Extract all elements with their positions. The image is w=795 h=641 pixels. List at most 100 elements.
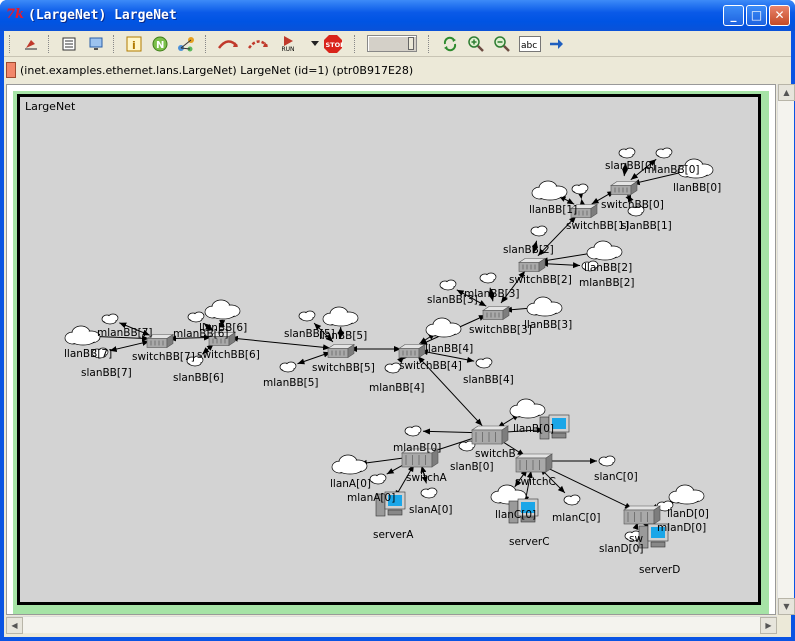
lan-cloud-icon[interactable] xyxy=(571,183,589,195)
lan-cloud-icon[interactable] xyxy=(618,147,636,159)
node-label: llanBB[6] xyxy=(199,322,247,334)
node-label: switchBB[2] xyxy=(509,274,572,286)
lan-cloud-icon[interactable] xyxy=(331,454,368,475)
lan-cloud-icon[interactable] xyxy=(420,487,438,499)
lan-cloud-icon[interactable] xyxy=(586,240,623,261)
step-icon[interactable] xyxy=(216,34,240,54)
switch-icon[interactable] xyxy=(623,505,661,525)
abc-label: abc xyxy=(521,41,537,51)
lan-cloud-icon[interactable] xyxy=(187,311,205,323)
node-label: serverD xyxy=(639,564,680,576)
node-label: llanBB[1] xyxy=(529,204,577,216)
vertical-scrollbar[interactable]: ▲ ▼ xyxy=(777,84,795,615)
node-label: mlanBB[3] xyxy=(464,288,520,300)
lan-cloud-icon[interactable] xyxy=(598,455,616,467)
switch-icon[interactable] xyxy=(610,180,638,196)
arrow-icon[interactable] xyxy=(546,34,566,54)
speed-slider[interactable] xyxy=(367,35,417,52)
zoom-in-icon[interactable] xyxy=(466,34,486,54)
lan-cloud-icon[interactable] xyxy=(404,425,422,437)
toolbar-grip xyxy=(9,35,12,53)
switch-icon[interactable] xyxy=(482,305,510,321)
lan-cloud-icon[interactable] xyxy=(479,272,497,284)
minimize-button[interactable]: _ xyxy=(723,5,744,26)
node-label: slanBB[2] xyxy=(503,244,554,256)
horizontal-scrollbar[interactable]: ◀ ▶ xyxy=(6,616,777,634)
monitor-icon[interactable] xyxy=(86,34,106,54)
network-canvas[interactable]: LargeNet slanBB[0] mlanBB[0] llanBB[0] llan… xyxy=(6,84,776,615)
node-label: sw xyxy=(629,533,643,545)
lan-cloud-icon[interactable] xyxy=(475,357,493,369)
lan-cloud-icon[interactable] xyxy=(322,306,359,327)
lan-cloud-icon[interactable] xyxy=(101,313,119,325)
lan-cloud-icon[interactable] xyxy=(369,473,387,485)
lan-cloud-icon[interactable] xyxy=(204,299,241,320)
stop-icon[interactable]: STOP xyxy=(321,34,345,54)
node-label: switchBB[5] xyxy=(312,362,375,374)
speed-slider-thumb[interactable] xyxy=(408,37,414,50)
network-link[interactable] xyxy=(109,340,150,352)
lan-cloud-icon[interactable] xyxy=(668,484,705,505)
lan-cloud-icon[interactable] xyxy=(530,225,548,237)
node-label: mlanBB[5] xyxy=(263,377,319,389)
lan-cloud-icon[interactable] xyxy=(509,398,546,419)
node-label: llanBB[0] xyxy=(673,182,721,194)
abc-icon[interactable]: abc xyxy=(518,34,542,54)
lan-cloud-icon[interactable] xyxy=(425,317,462,338)
scroll-down-arrow[interactable]: ▼ xyxy=(778,598,795,615)
lan-cloud-icon[interactable] xyxy=(655,147,673,159)
lan-cloud-icon[interactable] xyxy=(526,296,563,317)
info-icon[interactable]: i xyxy=(124,34,144,54)
lan-cloud-icon[interactable] xyxy=(279,361,297,373)
scroll-right-arrow[interactable]: ▶ xyxy=(760,617,777,634)
run-dropdown-icon[interactable] xyxy=(310,34,320,54)
run-label: RUN xyxy=(281,46,295,53)
stop-label: STOP xyxy=(326,41,344,49)
switch-icon[interactable] xyxy=(518,257,546,273)
back-icon[interactable] xyxy=(21,34,41,54)
toolbar-separator xyxy=(354,35,357,53)
node-label: slanA[0] xyxy=(409,504,453,516)
switch-icon[interactable] xyxy=(471,425,509,445)
lan-cloud-icon[interactable] xyxy=(439,279,457,291)
close-button[interactable]: ✕ xyxy=(769,5,790,26)
node-label: slanBB[1] xyxy=(621,220,672,232)
node-label: slanBB[6] xyxy=(173,372,224,384)
lan-cloud-icon[interactable] xyxy=(64,325,101,346)
zoom-out-icon[interactable] xyxy=(492,34,512,54)
scroll-left-arrow[interactable]: ◀ xyxy=(6,617,23,634)
maximize-button[interactable]: □ xyxy=(746,5,767,26)
switch-icon[interactable] xyxy=(515,453,553,473)
n-icon[interactable]: N xyxy=(150,34,170,54)
lan-cloud-icon[interactable] xyxy=(563,494,581,506)
graph-icon[interactable] xyxy=(176,34,196,54)
node-label: switchBB[4] xyxy=(399,360,462,372)
lan-cloud-icon[interactable] xyxy=(531,180,568,201)
node-label: llanBB[4] xyxy=(425,343,473,355)
title-bar[interactable]: 7k (LargeNet) LargeNet _ □ ✕ xyxy=(0,0,795,31)
svg-text:i: i xyxy=(132,39,136,52)
node-label: slanB[0] xyxy=(450,461,494,473)
switch-icon[interactable] xyxy=(398,343,426,359)
network-link[interactable] xyxy=(422,428,480,436)
node-label: slanBB[7] xyxy=(81,367,132,379)
toolbar: i N RUN STOP abc xyxy=(4,31,791,57)
run-icon[interactable]: RUN xyxy=(276,34,300,54)
network-link[interactable] xyxy=(540,260,581,269)
lan-cloud-icon[interactable] xyxy=(298,310,316,322)
scroll-up-arrow[interactable]: ▲ xyxy=(778,84,795,101)
network-graph[interactable]: slanBB[0]mlanBB[0]llanBB[0]llanBB[1]swit… xyxy=(7,85,776,615)
module-color-marker xyxy=(6,62,16,78)
info-bar: (inet.examples.ethernet.lans.LargeNet) L… xyxy=(4,59,791,81)
toolbar-separator xyxy=(113,35,116,53)
node-label: llanBB[2] xyxy=(584,262,632,274)
node-label: llanB[0] xyxy=(513,423,554,435)
run-fast-icon[interactable] xyxy=(246,34,270,54)
switch-icon[interactable] xyxy=(327,343,355,359)
node-label: switchBB[3] xyxy=(469,324,532,336)
node-label: switchB xyxy=(475,448,516,460)
toolbar-separator xyxy=(48,35,51,53)
window-title: (LargeNet) LargeNet xyxy=(28,8,177,23)
refresh-icon[interactable] xyxy=(440,34,460,54)
list-icon[interactable] xyxy=(59,34,79,54)
